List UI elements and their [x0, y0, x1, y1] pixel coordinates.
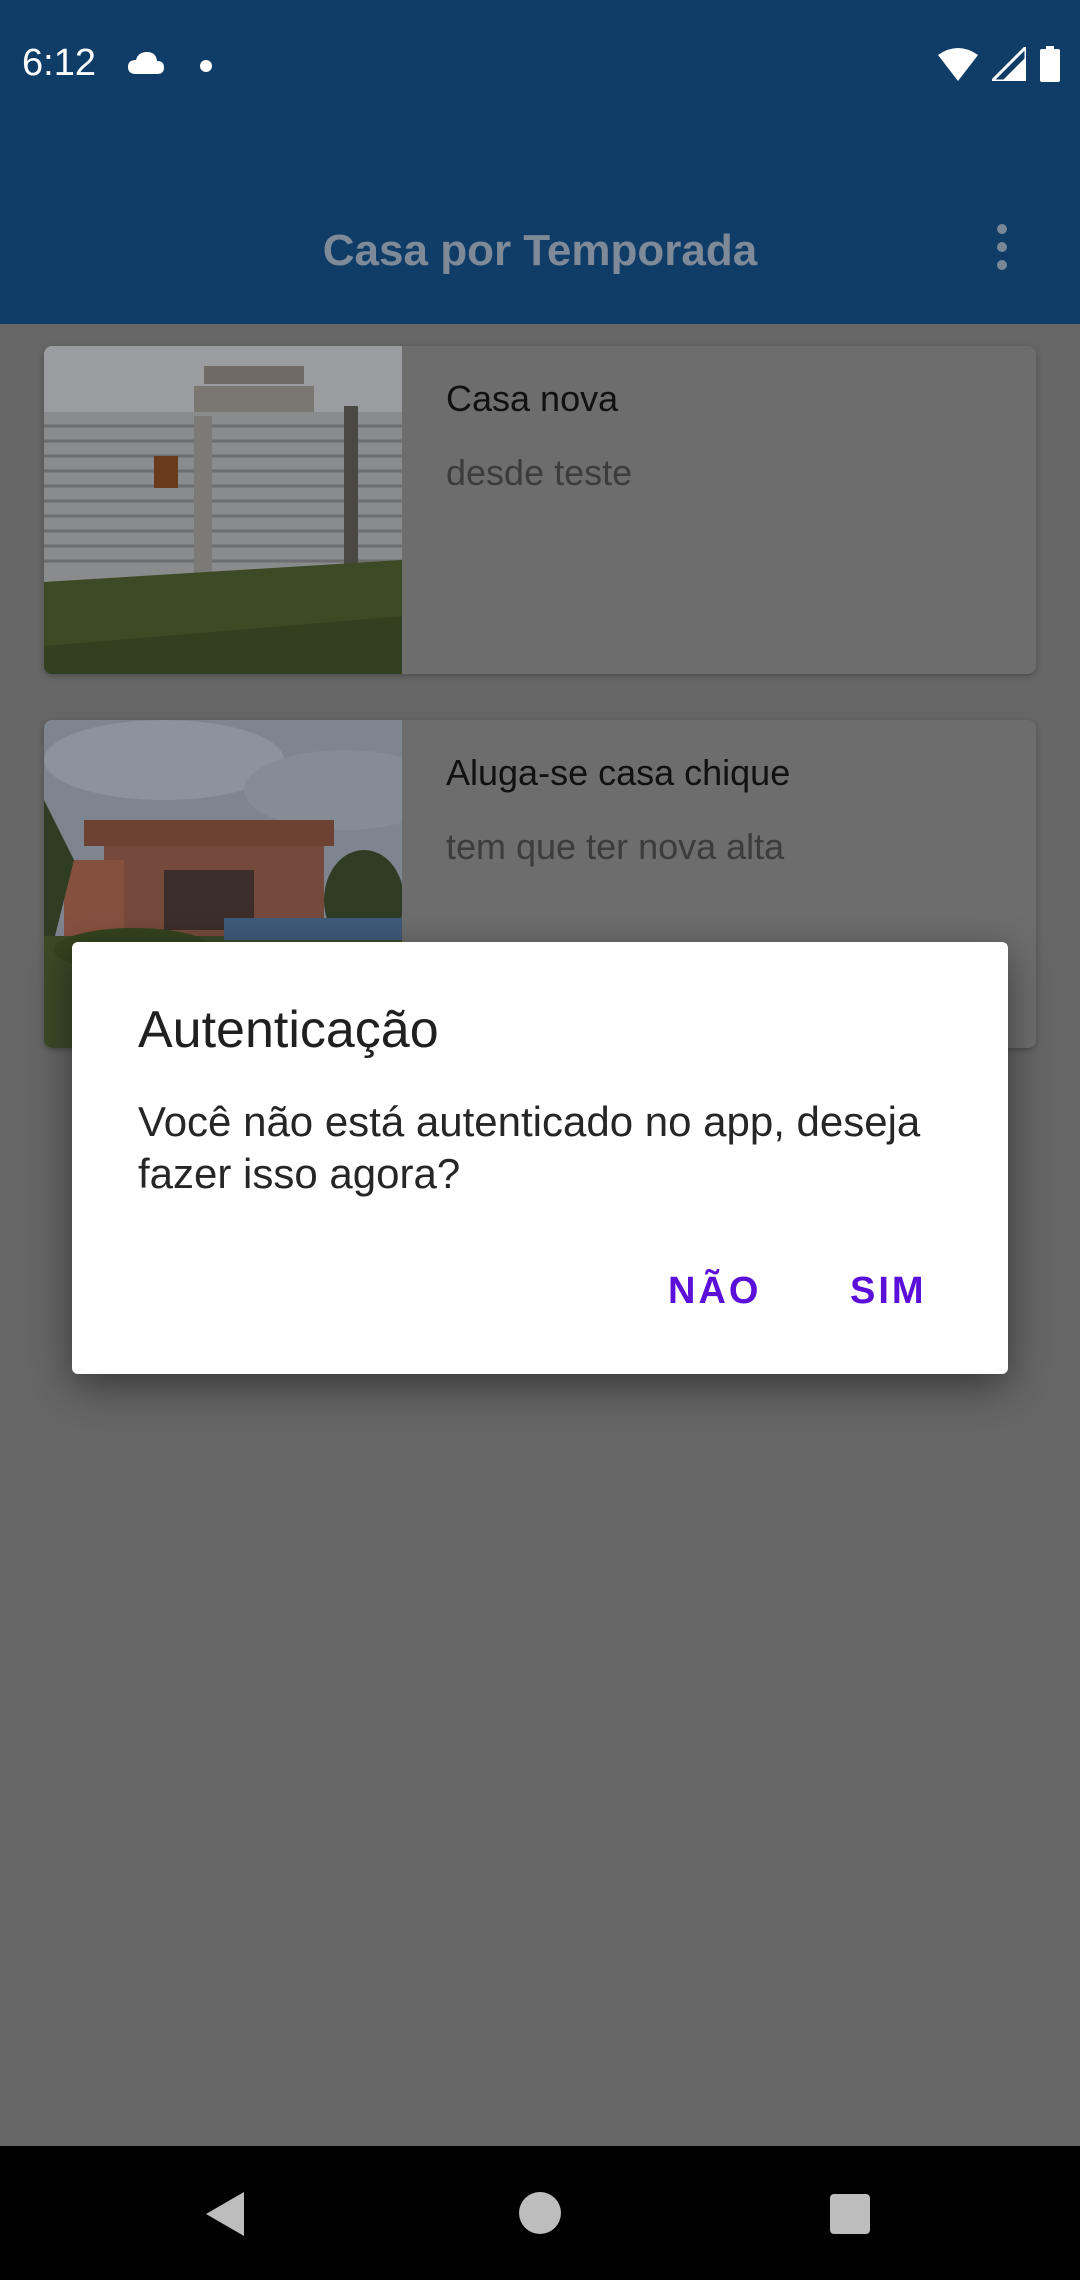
cloud-icon: [128, 52, 164, 74]
listing-card[interactable]: Casa nova desde teste: [44, 346, 1036, 674]
back-icon[interactable]: [206, 2192, 246, 2236]
no-button[interactable]: NÃO: [668, 1270, 761, 1313]
screen: 6:12 Casa por Temporada Casa nova desde …: [0, 0, 1080, 2280]
status-bar: 6:12: [0, 0, 1080, 134]
listing-description: tem que ter nova alta: [446, 826, 785, 867]
battery-icon: [1040, 46, 1060, 82]
dialog-title: Autenticação: [138, 1001, 439, 1059]
signal-icon: [992, 47, 1026, 81]
listing-title: Casa nova: [446, 378, 619, 419]
notification-dot-icon: [200, 60, 212, 72]
home-icon[interactable]: [519, 2192, 561, 2234]
listing-description: desde teste: [446, 452, 633, 493]
house-fence-photo: [44, 346, 402, 674]
more-vert-icon[interactable]: [990, 224, 1014, 274]
status-time: 6:12: [22, 42, 96, 84]
app-title: Casa por Temporada: [322, 226, 758, 275]
auth-dialog: Autenticação Você não está autenticado n…: [72, 942, 1008, 1374]
yes-button[interactable]: SIM: [850, 1270, 927, 1313]
listing-title: Aluga-se casa chique: [446, 752, 791, 793]
dialog-message: Você não está autenticado no app, deseja…: [138, 1098, 921, 1197]
app-bar: Casa por Temporada: [0, 134, 1080, 324]
wifi-icon: [938, 48, 978, 81]
recents-icon[interactable]: [830, 2194, 870, 2234]
listing-image: [44, 346, 402, 674]
navigation-bar: [0, 2146, 1080, 2280]
